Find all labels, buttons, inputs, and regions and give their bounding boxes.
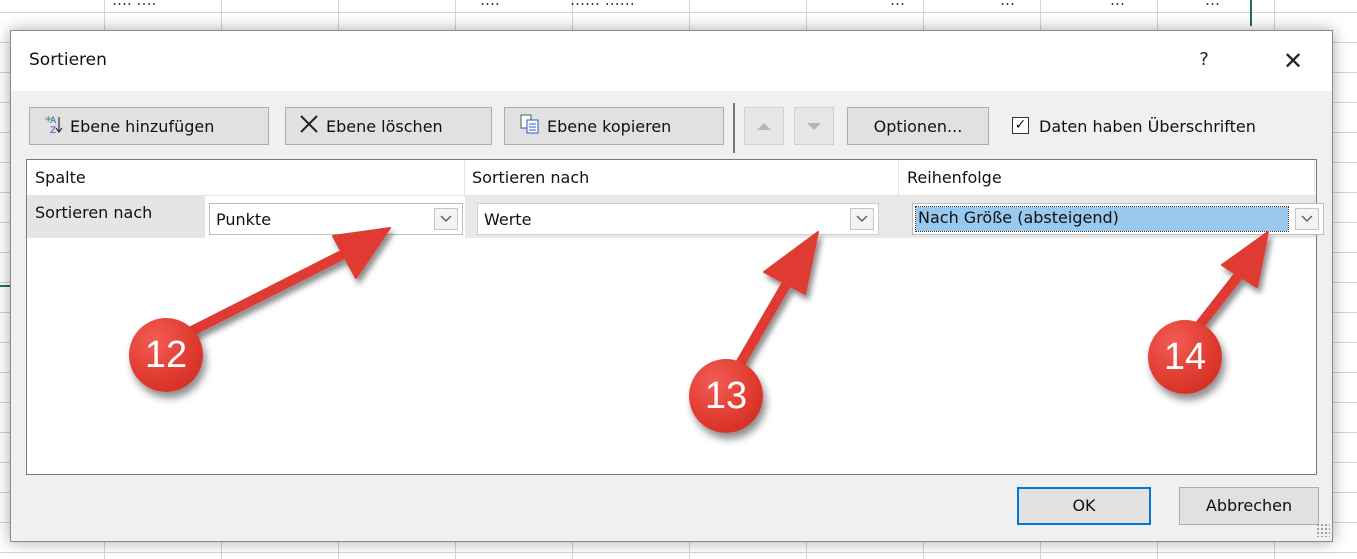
chevron-down-icon[interactable]: [1295, 208, 1319, 230]
add-level-button[interactable]: + A Z Ebene hinzufügen: [29, 107, 269, 145]
sort-on-select-value: Werte: [484, 210, 532, 229]
title-bar: Sortieren ? ✕: [11, 31, 1332, 91]
active-cell-border: [1250, 0, 1252, 26]
row-label: Sortieren nach: [27, 196, 205, 238]
arrow-up-icon: [757, 122, 771, 130]
options-label: Optionen...: [873, 116, 963, 136]
spreadsheet-cell: …: [1205, 0, 1220, 9]
header-divider: [898, 160, 899, 195]
grid-header: Spalte Sortieren nach Reihenfolge: [27, 160, 1316, 196]
column-select-value: Punkte: [216, 210, 272, 229]
sort-levels-grid: Spalte Sortieren nach Reihenfolge Sortie…: [26, 159, 1324, 475]
spreadsheet-cell: …: [1000, 0, 1015, 9]
spreadsheet-cell: …: [890, 0, 905, 9]
spreadsheet-cell: …. ….: [112, 0, 157, 9]
copy-level-button[interactable]: Ebene kopieren: [504, 107, 724, 145]
header-order: Reihenfolge: [907, 168, 1002, 187]
step-badge: 13: [689, 359, 763, 433]
delete-level-button[interactable]: Ebene löschen: [285, 107, 492, 145]
toolbar-separator: [733, 103, 735, 153]
close-button[interactable]: ✕: [1273, 41, 1313, 81]
delete-level-label: Ebene löschen: [326, 116, 443, 136]
step-badge: 14: [1148, 320, 1222, 394]
help-button[interactable]: ?: [1189, 45, 1219, 75]
header-divider: [1314, 160, 1315, 195]
options-button[interactable]: Optionen...: [847, 107, 989, 145]
header-sort-on: Sortieren nach: [472, 168, 590, 187]
ok-button[interactable]: OK: [1017, 487, 1151, 525]
sort-dialog: Sortieren ? ✕ + A Z Ebene hinzufügen Ebe…: [10, 30, 1333, 542]
svg-text:A: A: [50, 116, 57, 126]
chevron-down-icon[interactable]: [850, 208, 874, 230]
header-column: Spalte: [35, 168, 86, 187]
resize-grip-icon[interactable]: [1316, 523, 1330, 537]
step-badge: 12: [129, 318, 203, 392]
spreadsheet-cell: …… ……: [570, 0, 635, 9]
spreadsheet-cell: …: [1110, 0, 1125, 9]
add-level-label: Ebene hinzufügen: [70, 116, 215, 136]
copy-icon: [519, 113, 541, 139]
arrow-down-icon: [807, 122, 821, 130]
delete-x-icon: [298, 113, 320, 139]
order-select[interactable]: Nach Größe (absteigend): [912, 203, 1324, 235]
dialog-title: Sortieren: [29, 50, 107, 70]
move-up-button[interactable]: [744, 107, 784, 145]
sort-level-row[interactable]: Sortieren nach Punkte Werte Nach Größe (…: [27, 196, 1324, 238]
has-headers-checkbox[interactable]: ✓: [1012, 117, 1029, 134]
spreadsheet-top-row: …. …. …. …… …… … … … …: [0, 0, 1357, 10]
sort-add-icon: + A Z: [42, 113, 64, 139]
move-down-button[interactable]: [794, 107, 834, 145]
column-select[interactable]: Punkte: [209, 203, 463, 235]
svg-text:Z: Z: [50, 126, 56, 135]
order-select-value: Nach Größe (absteigend): [918, 208, 1119, 227]
chevron-down-icon[interactable]: [434, 208, 458, 230]
copy-level-label: Ebene kopieren: [547, 116, 672, 136]
header-divider: [464, 160, 465, 195]
cancel-button[interactable]: Abbrechen: [1179, 487, 1319, 525]
sort-on-select[interactable]: Werte: [477, 203, 879, 235]
has-headers-label: Daten haben Überschriften: [1039, 117, 1256, 136]
active-cell-marker: [0, 285, 10, 287]
spreadsheet-cell: ….: [480, 0, 500, 9]
